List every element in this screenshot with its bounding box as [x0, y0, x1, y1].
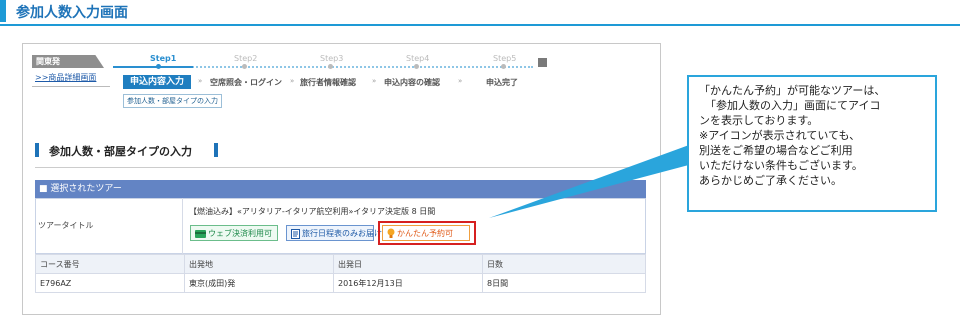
- header-course-number: コース番号: [35, 254, 185, 274]
- nav-arrow: »: [290, 77, 295, 85]
- callout-line-7: あらかじめご了承ください。: [699, 174, 842, 187]
- callout-line-3: ンを表示しております。: [699, 114, 819, 127]
- tour-divider: [182, 198, 183, 254]
- highlight-frame: [378, 221, 476, 245]
- header-departure: 出発地: [184, 254, 334, 274]
- card-icon: [195, 229, 206, 238]
- nav-arrow: »: [372, 77, 377, 85]
- schedule-only-label: 旅行日程表のみお届け: [302, 229, 382, 238]
- tour-detail-table: コース番号 出発地 出発日 日数 E796AZ 東京(成田)発 2016年12月…: [35, 254, 646, 293]
- section-accent-bar: [35, 143, 39, 157]
- days: 8日間: [482, 273, 646, 293]
- nav-arrow: »: [458, 77, 463, 85]
- table-header-row: コース番号 出発地 出発日 日数: [35, 254, 646, 274]
- product-detail-link[interactable]: >>商品詳細画面: [35, 72, 96, 83]
- course-number: E796AZ: [35, 273, 185, 293]
- section-accent-bar: [214, 143, 218, 157]
- callout-line-4: ※アイコンが表示されていても、: [699, 129, 861, 142]
- step-progress-line: [113, 66, 193, 68]
- nav-substep: 参加人数・部屋タイプの入力: [123, 94, 222, 108]
- schedule-only-badge: 旅行日程表のみお届け: [286, 225, 382, 241]
- step-dot-1: [156, 64, 161, 69]
- section-divider: [35, 167, 645, 168]
- nav-step-traveler: 旅行者情報確認: [300, 78, 356, 87]
- web-payment-badge: ウェブ決済利用可: [190, 225, 278, 241]
- step-label-2: Step2: [234, 54, 258, 63]
- step-end-flag-icon: [538, 58, 547, 67]
- callout-line-5: 別送をご希望の場合などご利用: [699, 144, 853, 157]
- nav-step-complete: 申込完了: [486, 78, 518, 87]
- departure: 東京(成田)発: [184, 273, 334, 293]
- callout-line-2: 「参加人数の入力」画面にてアイコ: [705, 99, 881, 112]
- step-dot-5: [501, 64, 506, 69]
- heading-underline: [0, 24, 960, 26]
- web-payment-label: ウェブ決済利用可: [208, 229, 272, 238]
- step-dot-4: [414, 64, 419, 69]
- tour-title: 【燃油込み】«アリタリア-イタリア航空利用»イタリア決定版 8 日間: [189, 207, 436, 216]
- header-departure-date: 出発日: [333, 254, 483, 274]
- step-label-3: Step3: [320, 54, 344, 63]
- step-dot-3: [328, 64, 333, 69]
- step-label-5: Step5: [493, 54, 517, 63]
- document-icon: [291, 228, 300, 239]
- table-row: E796AZ 東京(成田)発 2016年12月13日 8日間: [35, 273, 646, 293]
- nav-step-current: 申込内容入力: [123, 75, 191, 89]
- tour-title-label: ツアータイトル: [38, 221, 94, 230]
- selected-tour-header: ■ 選択されたツアー: [35, 180, 646, 198]
- step-dot-2: [242, 64, 247, 69]
- info-callout: 「かんたん予約」が可能なツアーは、 「参加人数の入力」画面にてアイコ ンを表示し…: [687, 75, 937, 212]
- page-title: 参加人数入力画面: [16, 5, 128, 21]
- heading-accent-bar: [0, 0, 6, 22]
- region-tab[interactable]: 関東発: [32, 55, 104, 68]
- step-label-1: Step1: [150, 54, 177, 63]
- callout-line-1: 「かんたん予約」が可能なツアーは、: [699, 84, 886, 97]
- nav-arrow: »: [198, 77, 203, 85]
- departure-date: 2016年12月13日: [333, 273, 483, 293]
- step-label-4: Step4: [406, 54, 430, 63]
- detail-divider: [32, 86, 110, 87]
- nav-step-confirm: 申込内容の確認: [384, 78, 440, 87]
- nav-step-login: 空席照会・ログイン: [210, 78, 282, 87]
- callout-line-6: いただけない条件もございます。: [699, 159, 863, 172]
- section-title: 参加人数・部屋タイプの入力: [49, 145, 192, 158]
- header-days: 日数: [482, 254, 646, 274]
